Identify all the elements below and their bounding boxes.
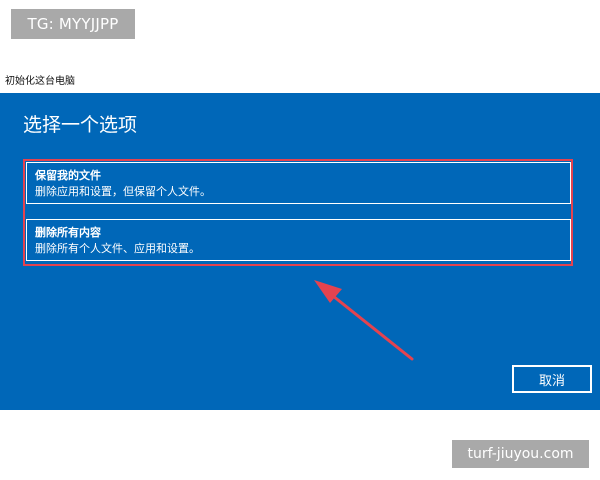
reset-dialog-panel: 选择一个选项 保留我的文件 删除应用和设置，但保留个人文件。 删除所有内容 删除… <box>0 93 600 410</box>
option-keep-my-files[interactable]: 保留我的文件 删除应用和设置，但保留个人文件。 <box>26 162 571 204</box>
option-title: 删除所有内容 <box>35 226 101 239</box>
option-remove-everything[interactable]: 删除所有内容 删除所有个人文件、应用和设置。 <box>26 219 571 261</box>
option-description: 删除所有个人文件、应用和设置。 <box>35 242 200 255</box>
window-title: 初始化这台电脑 <box>5 76 75 87</box>
watermark-top: TG: MYYJJPP <box>11 9 135 39</box>
option-description: 删除应用和设置，但保留个人文件。 <box>35 185 211 198</box>
watermark-bottom: turf-jiuyou.com <box>452 440 589 468</box>
dialog-heading: 选择一个选项 <box>23 114 138 136</box>
cancel-button[interactable]: 取消 <box>512 365 592 393</box>
option-title: 保留我的文件 <box>35 169 101 182</box>
